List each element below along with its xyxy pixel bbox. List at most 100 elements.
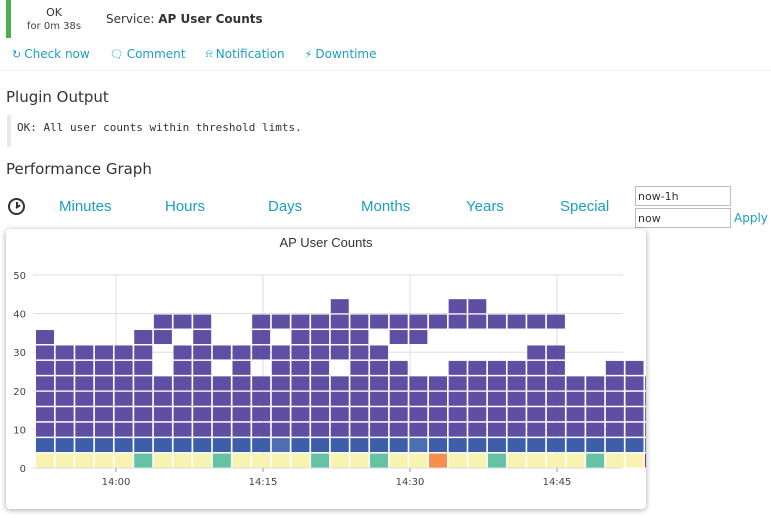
comment-link[interactable]: 🗨︎ Comment xyxy=(110,47,186,61)
heatmap-cell xyxy=(55,376,74,391)
service-prefix: Service: xyxy=(106,12,155,26)
heatmap-cell xyxy=(153,422,172,437)
heatmap-cell xyxy=(527,407,546,422)
heatmap-cell xyxy=(625,438,644,453)
heatmap-cell xyxy=(330,330,349,344)
heatmap-cell xyxy=(409,376,428,391)
time-from-input[interactable] xyxy=(635,186,731,206)
heatmap-cell xyxy=(75,453,94,468)
heatmap-cell xyxy=(252,407,271,422)
heatmap-cell xyxy=(527,422,546,437)
heatmap-cell xyxy=(645,438,646,453)
heatmap-cell xyxy=(94,391,113,406)
heatmap-cell xyxy=(193,360,212,375)
y-tick-label: 50 xyxy=(13,271,26,282)
heatmap-cell xyxy=(330,314,349,329)
heatmap-cell xyxy=(625,360,644,375)
heatmap-cell xyxy=(370,314,389,329)
heatmap-cell xyxy=(252,314,271,329)
chart-title: AP User Counts xyxy=(280,235,373,250)
heatmap-cell xyxy=(311,376,330,391)
heatmap-cell xyxy=(75,391,94,406)
heatmap-cell xyxy=(134,330,153,344)
check-now-link[interactable]: ↻ Check now xyxy=(12,47,90,61)
heatmap-cell xyxy=(370,407,389,422)
heatmap-cell xyxy=(389,453,408,468)
heatmap-cell xyxy=(193,438,212,453)
heatmap-cell xyxy=(468,391,487,406)
heatmap-cell xyxy=(232,360,251,375)
heatmap-cell xyxy=(409,422,428,437)
heatmap-cell xyxy=(487,391,506,406)
heatmap-cell xyxy=(507,376,526,391)
heatmap-cell xyxy=(468,422,487,437)
heatmap-cell xyxy=(36,438,54,453)
heatmap-cell xyxy=(311,453,330,468)
heatmap-cell xyxy=(330,299,349,314)
heatmap-cell xyxy=(389,407,408,422)
notification-link[interactable]: ⍾ Notification xyxy=(205,47,284,61)
heatmap-cell xyxy=(566,407,585,422)
heatmap-cell xyxy=(252,376,271,391)
heatmap-cell xyxy=(134,391,153,406)
heatmap-cell xyxy=(193,407,212,422)
heatmap-cell xyxy=(370,391,389,406)
plug-icon: ⚡︎ xyxy=(304,47,313,61)
status-indicator: OK for 0m 38s xyxy=(6,0,97,38)
heatmap-cell xyxy=(586,407,605,422)
heatmap-cell xyxy=(330,438,349,453)
heatmap-cell xyxy=(448,438,467,453)
heatmap-cell xyxy=(311,330,330,344)
range-hours[interactable]: Hours xyxy=(165,198,205,215)
heatmap-cell xyxy=(193,330,212,344)
range-minutes[interactable]: Minutes xyxy=(59,198,112,215)
heatmap-cell xyxy=(252,422,271,437)
heatmap-cell xyxy=(350,438,369,453)
heatmap-cell xyxy=(487,376,506,391)
range-months[interactable]: Months xyxy=(361,198,410,215)
range-years[interactable]: Years xyxy=(466,198,504,215)
action-bar: ↻ Check now 🗨︎ Comment ⍾ Notification ⚡︎… xyxy=(12,47,397,61)
downtime-link[interactable]: ⚡︎ Downtime xyxy=(305,47,377,61)
heatmap-cell xyxy=(75,345,94,360)
heatmap-cell xyxy=(448,299,467,314)
heatmap-cell xyxy=(173,314,192,329)
heatmap-cell xyxy=(448,360,467,375)
heatmap-cell xyxy=(55,453,74,468)
heatmap-cell xyxy=(36,407,54,422)
heatmap-cell xyxy=(114,453,133,468)
heatmap-cell xyxy=(153,438,172,453)
heatmap-cell xyxy=(55,438,74,453)
heatmap-cell xyxy=(487,407,506,422)
heatmap-cell xyxy=(370,345,389,360)
heatmap-cell xyxy=(487,453,506,468)
heatmap-cell xyxy=(114,407,133,422)
time-to-input[interactable] xyxy=(635,208,731,228)
apply-button[interactable]: Apply xyxy=(734,211,768,225)
heatmap-cell xyxy=(232,407,251,422)
heatmap-cell xyxy=(487,314,506,329)
heatmap-cell xyxy=(507,314,526,329)
range-special[interactable]: Special xyxy=(560,198,609,215)
heatmap-cell xyxy=(448,391,467,406)
heatmap-cell xyxy=(75,438,94,453)
heatmap-cell xyxy=(586,422,605,437)
status-duration: for 0m 38s xyxy=(26,21,82,32)
heatmap-cell xyxy=(370,453,389,468)
heatmap-cell xyxy=(350,453,369,468)
heatmap-cell xyxy=(94,407,113,422)
heatmap-cell xyxy=(114,360,133,375)
downtime-label: Downtime xyxy=(315,47,377,61)
heatmap-cell xyxy=(271,407,290,422)
heatmap-cell xyxy=(173,376,192,391)
heatmap-cell xyxy=(429,438,447,453)
heatmap-cell xyxy=(409,453,428,468)
heatmap-cell xyxy=(448,407,467,422)
range-days[interactable]: Days xyxy=(268,198,302,215)
heatmap-cell xyxy=(448,314,467,329)
heatmap-cell xyxy=(370,422,389,437)
heatmap-cell xyxy=(448,376,467,391)
heatmap-cell xyxy=(271,422,290,437)
heatmap-cell xyxy=(645,422,646,437)
heatmap-cell xyxy=(546,376,565,391)
